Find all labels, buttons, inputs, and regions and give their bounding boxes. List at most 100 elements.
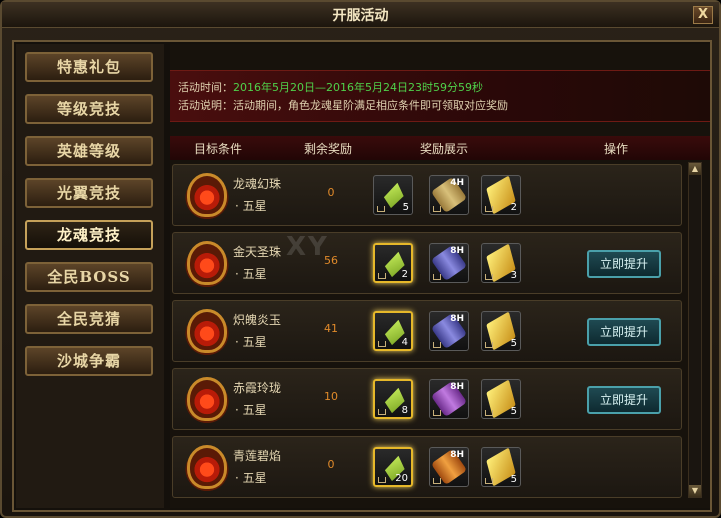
- duration-label: 8H: [450, 450, 464, 460]
- reward-row: 炽魄炎玉 · 五星 41 4 8H 5 立即提升: [172, 300, 682, 362]
- reward-slot[interactable]: 5: [373, 175, 413, 215]
- sidebar-item-world-boss[interactable]: 全民BOSS: [25, 262, 153, 292]
- bag-icon: [485, 274, 493, 280]
- window-title: 开服活动: [332, 8, 389, 24]
- bag-icon: [433, 342, 441, 348]
- reward-slot[interactable]: 5: [481, 311, 521, 351]
- reward-slot[interactable]: 8H: [429, 379, 469, 419]
- close-button[interactable]: X: [693, 6, 713, 24]
- bag-icon: [433, 274, 441, 280]
- table-header: 目标条件 剩余奖励 奖励展示 操作: [170, 136, 710, 160]
- upgrade-now-button[interactable]: 立即提升: [587, 318, 661, 346]
- reward-slot[interactable]: 5: [481, 447, 521, 487]
- reward-slot[interactable]: 4H: [429, 175, 469, 215]
- sidebar-item-dragon-soul-contest[interactable]: 龙魂竞技: [25, 220, 153, 250]
- activity-desc-line: 活动说明：活动期间，角色龙魂星阶满足相应条件即可领取对应奖励: [178, 97, 508, 113]
- item-star-level: · 五星: [235, 267, 267, 281]
- activity-banner: 活动时间：2016年5月20日—2016年5月24日23时59分59秒 活动说明…: [170, 70, 710, 122]
- reward-row: 金天圣珠 · 五星 56 2 8H 3 立即提升: [172, 232, 682, 294]
- remaining-count: 0: [327, 186, 335, 199]
- reward-slot[interactable]: 2: [481, 175, 521, 215]
- reward-row: 赤霞玲珑 · 五星 10 8 8H 5 立即提升: [172, 368, 682, 430]
- medal-ring: [187, 377, 227, 421]
- reward-count: 2: [401, 269, 408, 280]
- sidebar-item-level-contest[interactable]: 等级竞技: [25, 94, 153, 124]
- item-name: 青莲碧焰: [233, 449, 282, 463]
- reward-count: 8: [401, 405, 408, 416]
- bag-icon: [378, 409, 386, 415]
- bag-icon: [378, 341, 386, 347]
- remaining-count: 41: [324, 322, 338, 335]
- bag-icon: [377, 206, 385, 212]
- upgrade-now-button[interactable]: 立即提升: [587, 250, 661, 278]
- reward-slot[interactable]: 5: [481, 379, 521, 419]
- reward-count: 20: [395, 473, 408, 484]
- watermark: XY: [286, 232, 329, 262]
- item-name: 炽魄炎玉: [233, 313, 282, 327]
- header-display: 奖励展示: [420, 142, 469, 156]
- reward-slot[interactable]: 8H: [429, 447, 469, 487]
- reward-count: 5: [510, 338, 517, 349]
- reward-count: 5: [402, 202, 409, 213]
- reward-count: 5: [510, 474, 517, 485]
- medal-ring: [187, 445, 227, 489]
- reward-count: 4: [401, 337, 408, 348]
- medal-ring: [187, 241, 227, 285]
- remaining-count: 10: [324, 390, 338, 403]
- reward-count: 3: [510, 270, 517, 281]
- remaining-count: 0: [327, 458, 335, 471]
- reward-slot[interactable]: 4: [373, 311, 413, 351]
- main-panel: 活动时间：2016年5月20日—2016年5月24日23时59分59秒 活动说明…: [170, 44, 710, 508]
- activity-desc-value: 活动期间，角色龙魂星阶满足相应条件即可领取对应奖励: [233, 99, 508, 112]
- activity-window: 开服活动 X 特惠礼包 等级竞技 英雄等级 光翼竞技 龙魂竞技 全民BOSS 全…: [0, 0, 721, 518]
- activity-time-label: 活动时间：: [178, 81, 233, 94]
- duration-label: 4H: [450, 178, 464, 188]
- title-bar: 开服活动 X: [2, 2, 719, 28]
- duration-label: 8H: [450, 314, 464, 324]
- reward-slot[interactable]: 3: [481, 243, 521, 283]
- reward-slot[interactable]: 8H: [429, 311, 469, 351]
- sidebar-item-sand-city[interactable]: 沙城争霸: [25, 346, 153, 376]
- duration-label: 8H: [450, 382, 464, 392]
- scroll-down-icon[interactable]: ▼: [689, 485, 701, 497]
- item-name: 龙魂幻珠: [233, 177, 282, 191]
- bag-icon: [485, 206, 493, 212]
- bag-icon: [378, 273, 386, 279]
- sidebar-item-special-pack[interactable]: 特惠礼包: [25, 52, 153, 82]
- sidebar: 特惠礼包 等级竞技 英雄等级 光翼竞技 龙魂竞技 全民BOSS 全民竞猜 沙城争…: [16, 44, 164, 508]
- item-star-level: · 五星: [235, 471, 267, 485]
- item-star-level: · 五星: [235, 335, 267, 349]
- sidebar-item-wing-contest[interactable]: 光翼竞技: [25, 178, 153, 208]
- reward-slot[interactable]: 20: [373, 447, 413, 487]
- reward-row: 青莲碧焰 · 五星 0 20 8H 5: [172, 436, 682, 498]
- header-remain: 剩余奖励: [304, 142, 353, 156]
- reward-slot[interactable]: 8: [373, 379, 413, 419]
- medal-ring: [187, 173, 227, 217]
- reward-slot[interactable]: 2: [373, 243, 413, 283]
- activity-time-line: 活动时间：2016年5月20日—2016年5月24日23时59分59秒: [178, 79, 483, 95]
- sidebar-item-guess[interactable]: 全民竞猜: [25, 304, 153, 334]
- bag-icon: [485, 410, 493, 416]
- bag-icon: [485, 478, 493, 484]
- header-target: 目标条件: [194, 142, 243, 156]
- scroll-up-icon[interactable]: ▲: [689, 163, 701, 175]
- reward-slot[interactable]: 8H: [429, 243, 469, 283]
- medal-ring: [187, 309, 227, 353]
- activity-time-value: 2016年5月20日—2016年5月24日23时59分59秒: [233, 81, 483, 94]
- reward-count: 5: [510, 406, 517, 417]
- activity-desc-label: 活动说明：: [178, 99, 233, 112]
- item-name: 金天圣珠: [233, 245, 282, 259]
- item-star-level: · 五星: [235, 403, 267, 417]
- bag-icon: [378, 477, 386, 483]
- header-action: 操作: [604, 142, 629, 156]
- sidebar-item-hero-level[interactable]: 英雄等级: [25, 136, 153, 166]
- reward-count: 2: [510, 202, 517, 213]
- bag-icon: [485, 342, 493, 348]
- upgrade-now-button[interactable]: 立即提升: [587, 386, 661, 414]
- bag-icon: [433, 206, 441, 212]
- item-star-level: · 五星: [235, 199, 267, 213]
- reward-row: 龙魂幻珠 · 五星 0 5 4H 2: [172, 164, 682, 226]
- scrollbar[interactable]: ▲ ▼: [688, 162, 702, 498]
- duration-label: 8H: [450, 246, 464, 256]
- bag-icon: [433, 410, 441, 416]
